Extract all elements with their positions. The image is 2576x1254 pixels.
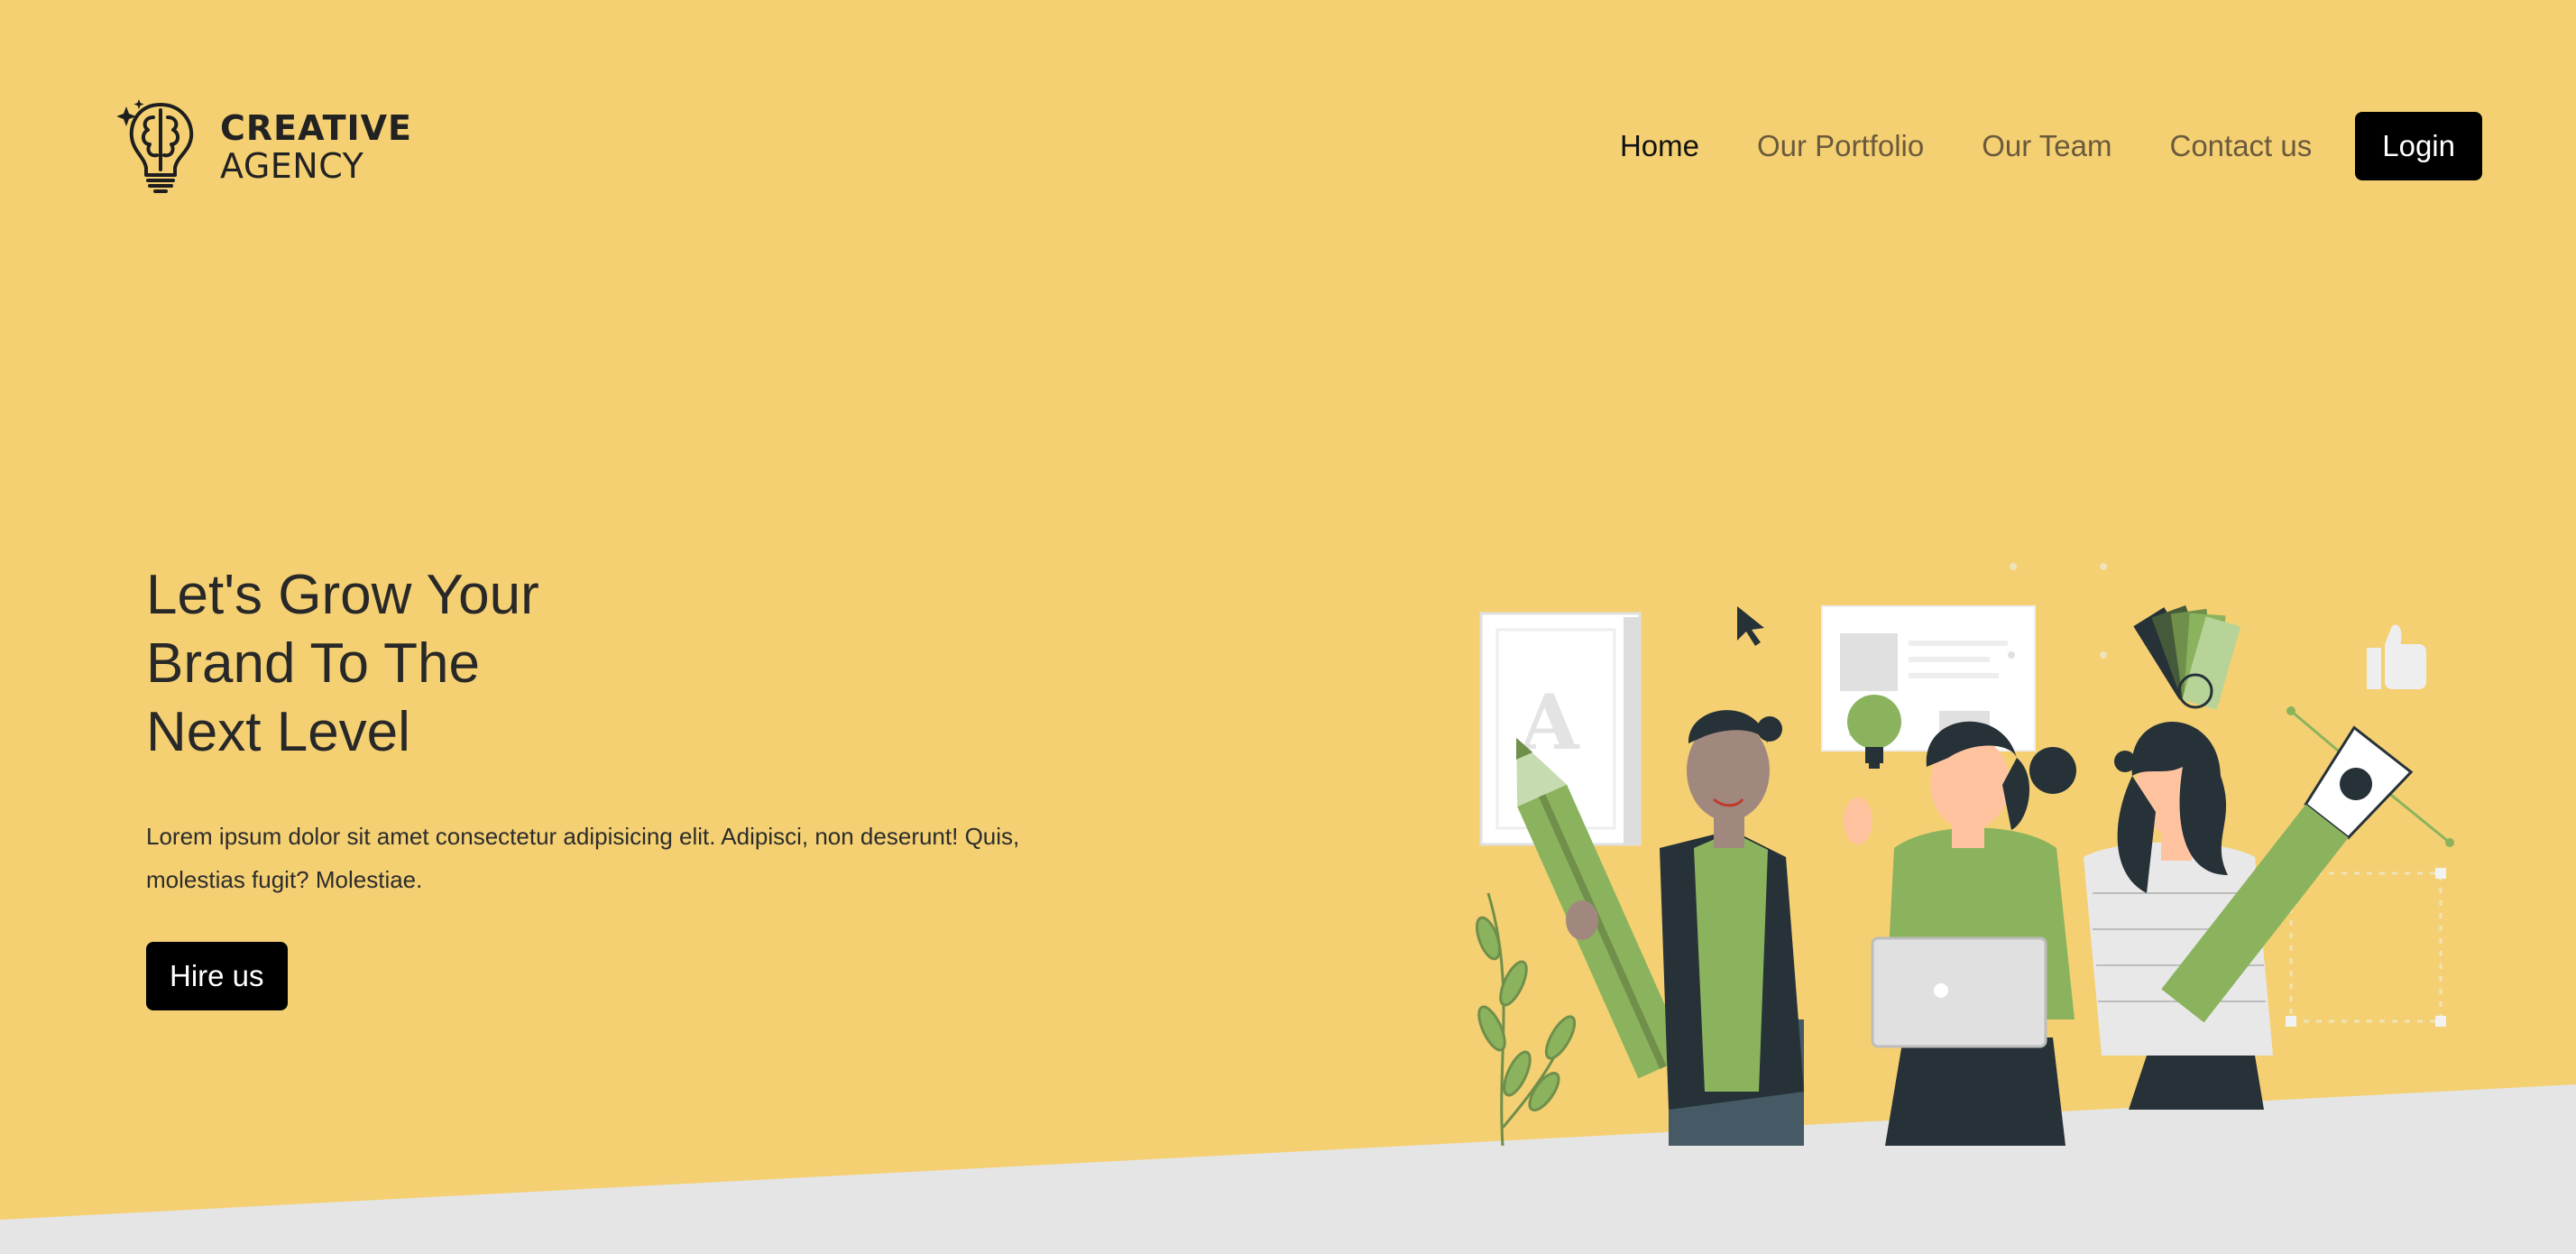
login-button[interactable]: Login — [2355, 112, 2482, 180]
brand-logo[interactable]: CREATIVE AGENCY — [117, 97, 412, 197]
hero-title: Let's Grow Your Brand To The Next Level — [146, 561, 777, 767]
hire-us-button[interactable]: Hire us — [146, 942, 288, 1010]
nav-link-portfolio[interactable]: Our Portfolio — [1757, 129, 1924, 163]
main-nav: Home Our Portfolio Our Team Contact us L… — [1562, 112, 2482, 180]
nav-link-contact[interactable]: Contact us — [2170, 129, 2313, 163]
brand-subtitle: AGENCY — [220, 146, 364, 186]
hero-description: Lorem ipsum dolor sit amet consectetur a… — [146, 823, 1020, 893]
brand-title: CREATIVE — [220, 108, 412, 148]
hero-title-line: Brand To The — [146, 632, 480, 695]
page: CREATIVE AGENCY Home Our Portfolio Our T… — [0, 0, 2576, 1254]
hero-title-line: Let's Grow Your — [146, 564, 539, 626]
nav-link-team[interactable]: Our Team — [1982, 129, 2111, 163]
hero-title-line: Next Level — [146, 701, 410, 763]
team-creative-illustration: A — [1476, 563, 2454, 1146]
nav-link-home[interactable]: Home — [1620, 129, 1699, 163]
brain-lightbulb-icon — [117, 99, 194, 193]
